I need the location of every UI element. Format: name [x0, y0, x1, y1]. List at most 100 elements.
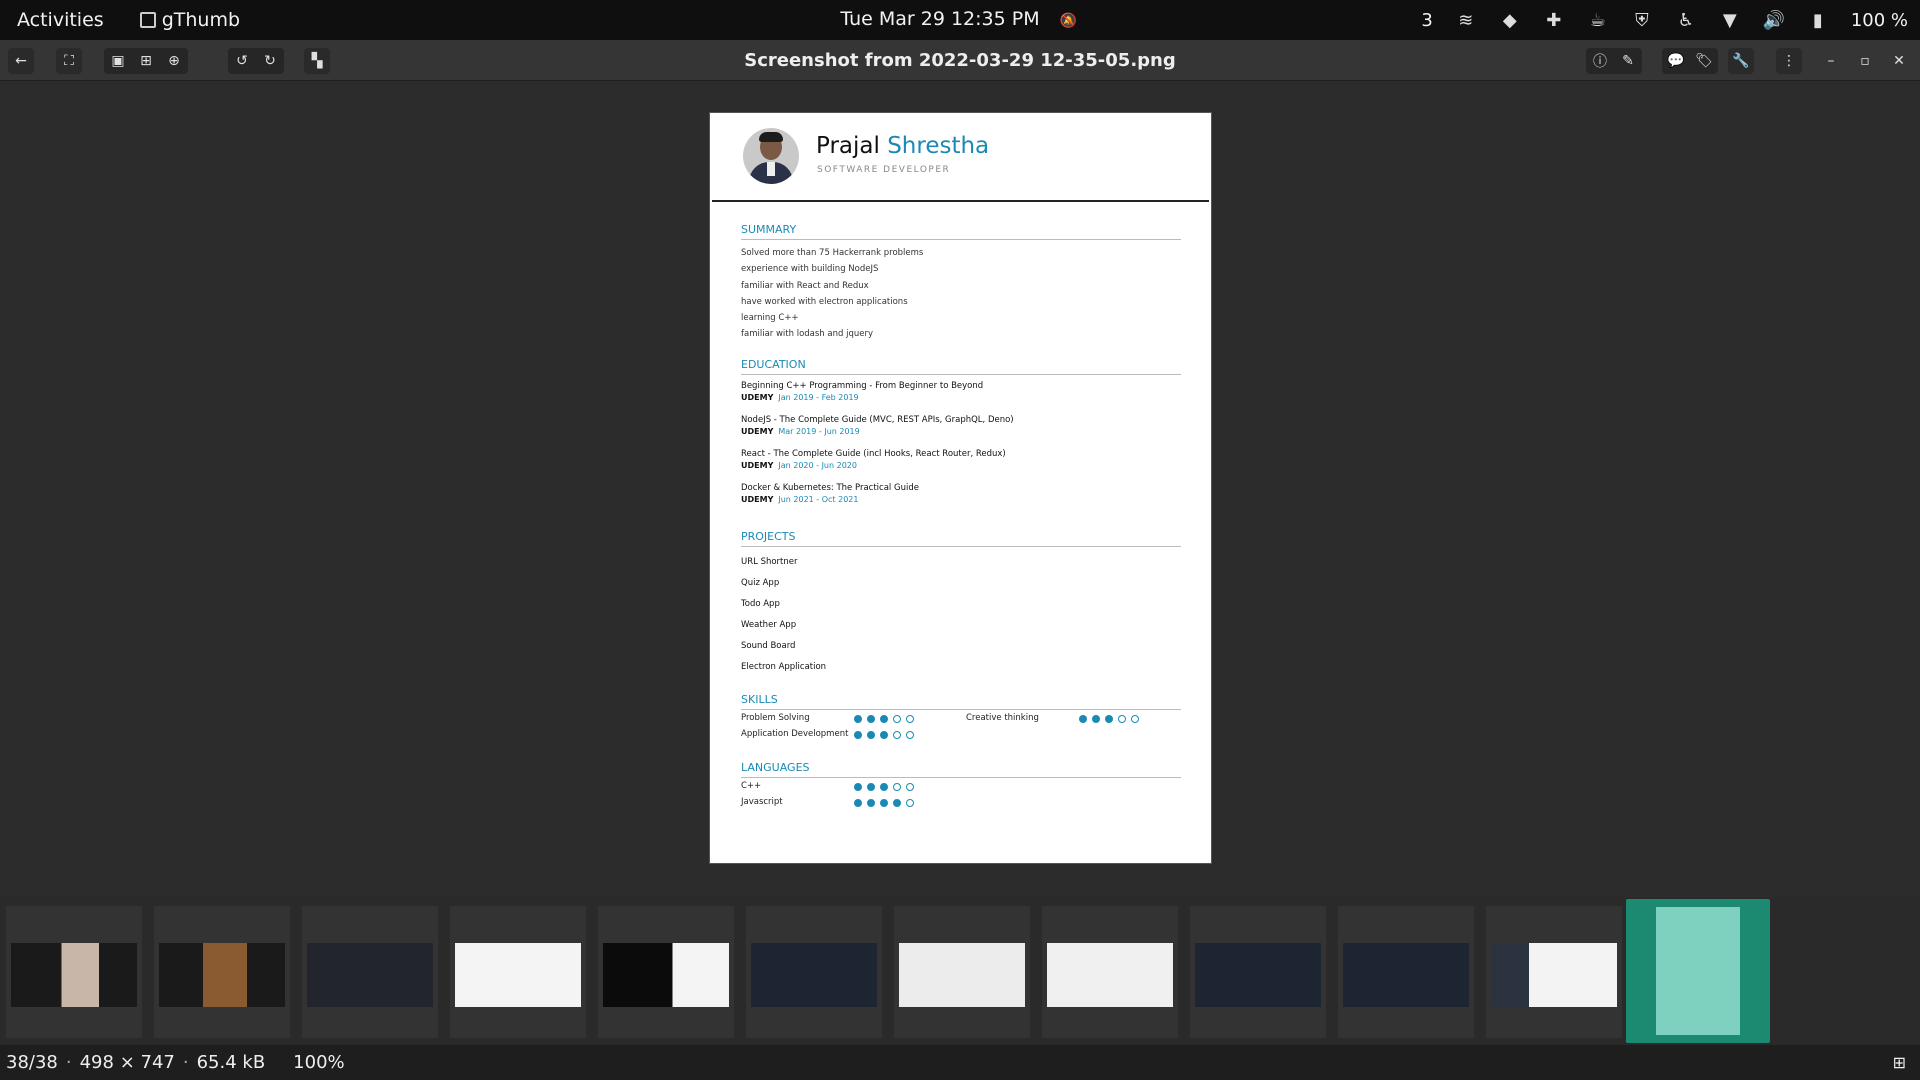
summary-item: learning C++: [741, 313, 799, 324]
maximize-icon: ▫: [1860, 53, 1870, 69]
language-rating: [854, 799, 914, 807]
skill-rating: [854, 715, 914, 723]
rating-dot-filled: [867, 783, 875, 791]
summary-item: familiar with React and Redux: [741, 280, 869, 291]
education-section: EDUCATION Beginning C++ Programming - Fr…: [741, 358, 1181, 516]
minimize-button[interactable]: –: [1818, 48, 1844, 74]
course-title: NodeJS - The Complete Guide (MVC, REST A…: [741, 415, 1014, 425]
thumbnail-selected[interactable]: [1626, 899, 1770, 1043]
extension-puzzle-icon[interactable]: ✚: [1543, 9, 1565, 31]
shield-vpn-icon[interactable]: ⛨: [1631, 9, 1653, 31]
course-dates: Jan 2019 - Feb 2019: [778, 393, 859, 402]
minimize-icon: –: [1827, 53, 1835, 69]
language-name: Javascript: [741, 797, 783, 807]
info-edit-group: ⓘ ✎: [1586, 48, 1642, 74]
brush-icon[interactable]: ✎: [1614, 53, 1642, 69]
rating-dot-filled: [893, 799, 901, 807]
project-item: Electron Application: [741, 662, 827, 672]
education-entry: Beginning C++ Programming - From Beginne…: [741, 380, 1181, 404]
comment-icon[interactable]: 💬: [1662, 53, 1690, 69]
activities-button[interactable]: Activities: [17, 9, 104, 31]
fullscreen-button[interactable]: ⛶: [56, 48, 82, 74]
zoom-level[interactable]: 100%: [293, 1052, 344, 1073]
workspace-indicator[interactable]: 3: [1421, 10, 1432, 31]
languages-heading: LANGUAGES: [741, 761, 1181, 778]
project-item: URL Shortner: [741, 557, 798, 567]
thumbnail[interactable]: [1042, 906, 1178, 1038]
thumbnail[interactable]: [450, 906, 586, 1038]
clock[interactable]: Tue Mar 29 12:35 PM: [840, 8, 1039, 30]
rating-dot-empty: [1118, 715, 1126, 723]
thumbnail[interactable]: [1338, 906, 1474, 1038]
close-button[interactable]: ✕: [1886, 48, 1912, 74]
grid-view-icon[interactable]: ⊞: [132, 53, 160, 69]
language-rating: [854, 783, 914, 791]
thumbnail[interactable]: [154, 906, 290, 1038]
summary-item: experience with building NodeJS: [741, 264, 879, 275]
transparency-button[interactable]: ▚: [304, 48, 330, 74]
rating-dot-filled: [880, 783, 888, 791]
back-button[interactable]: ←: [8, 48, 34, 74]
maximize-button[interactable]: ▫: [1852, 48, 1878, 74]
flame-icon[interactable]: ≋: [1455, 9, 1477, 31]
projects-section: PROJECTS URL Shortner Quiz App Todo App …: [741, 530, 1181, 678]
summary-item: Solved more than 75 Hackerrank problems: [741, 248, 924, 258]
image-viewer[interactable]: Prajal Shrestha SOFTWARE DEVELOPER SUMMA…: [0, 82, 1920, 897]
fullscreen-icon: ⛶: [64, 53, 74, 69]
school: UDEMY: [741, 461, 774, 470]
thumbnails-toggle-icon[interactable]: ⊞: [1893, 1053, 1906, 1072]
tag-icon[interactable]: 🏷: [1690, 53, 1718, 69]
project-item: Weather App: [741, 620, 797, 630]
course-dates: Jun 2021 - Oct 2021: [778, 495, 859, 504]
thumbnail[interactable]: [894, 906, 1030, 1038]
view-mode-group: ▣ ⊞ ⊕: [104, 48, 188, 74]
summary-section: SUMMARY Solved more than 75 Hackerrank p…: [741, 223, 1181, 343]
single-view-icon[interactable]: ▣: [104, 53, 132, 69]
wifi-icon[interactable]: ▼: [1719, 9, 1741, 31]
rating-dot-filled: [1105, 715, 1113, 723]
thumbnail[interactable]: [746, 906, 882, 1038]
school: UDEMY: [741, 427, 774, 436]
project-item: Todo App: [741, 599, 780, 609]
rating-dot-filled: [1092, 715, 1100, 723]
caffeine-cup-icon[interactable]: ☕: [1587, 9, 1609, 31]
school: UDEMY: [741, 393, 774, 402]
resume-name: Prajal Shrestha: [816, 133, 989, 159]
info-icon[interactable]: ⓘ: [1586, 51, 1614, 71]
thumbnail-strip[interactable]: [0, 897, 1920, 1045]
rating-dot-empty: [906, 715, 914, 723]
volume-icon[interactable]: 🔊: [1763, 9, 1785, 31]
resume-role: SOFTWARE DEVELOPER: [817, 165, 951, 175]
rotate-right-icon[interactable]: ↻: [256, 53, 284, 69]
tools-button[interactable]: 🔧: [1728, 48, 1754, 74]
rating-dot-filled: [880, 731, 888, 739]
rating-dot-filled: [854, 715, 862, 723]
app-menu[interactable]: gThumb: [139, 9, 240, 31]
battery-percentage[interactable]: 100 %: [1851, 10, 1908, 31]
arrow-left-icon: ←: [15, 53, 27, 69]
add-view-icon[interactable]: ⊕: [160, 53, 188, 69]
accessibility-icon[interactable]: ♿: [1675, 9, 1697, 31]
file-size: 65.4 kB: [196, 1052, 266, 1073]
rating-dot-empty: [893, 783, 901, 791]
summary-heading: SUMMARY: [741, 223, 1181, 240]
rating-dot-empty: [906, 731, 914, 739]
rating-dot-filled: [880, 715, 888, 723]
rating-dot-empty: [893, 731, 901, 739]
resume-image: Prajal Shrestha SOFTWARE DEVELOPER SUMMA…: [709, 112, 1212, 864]
dropbox-icon[interactable]: ◆: [1499, 9, 1521, 31]
thumbnail[interactable]: [598, 906, 734, 1038]
thumbnail-preview: [1656, 907, 1740, 1035]
thumbnail[interactable]: [6, 906, 142, 1038]
rotate-left-icon[interactable]: ↺: [228, 53, 256, 69]
close-icon: ✕: [1893, 53, 1905, 69]
thumbnail[interactable]: [1486, 906, 1622, 1038]
thumbnail[interactable]: [302, 906, 438, 1038]
rating-dot-empty: [906, 783, 914, 791]
battery-icon[interactable]: ▮: [1807, 9, 1829, 31]
menu-button[interactable]: ⋮: [1776, 48, 1802, 74]
skill-name: Application Development: [741, 729, 849, 739]
course-dates: Jan 2020 - Jun 2020: [778, 461, 857, 470]
thumbnail[interactable]: [1190, 906, 1326, 1038]
rating-dot-filled: [867, 715, 875, 723]
